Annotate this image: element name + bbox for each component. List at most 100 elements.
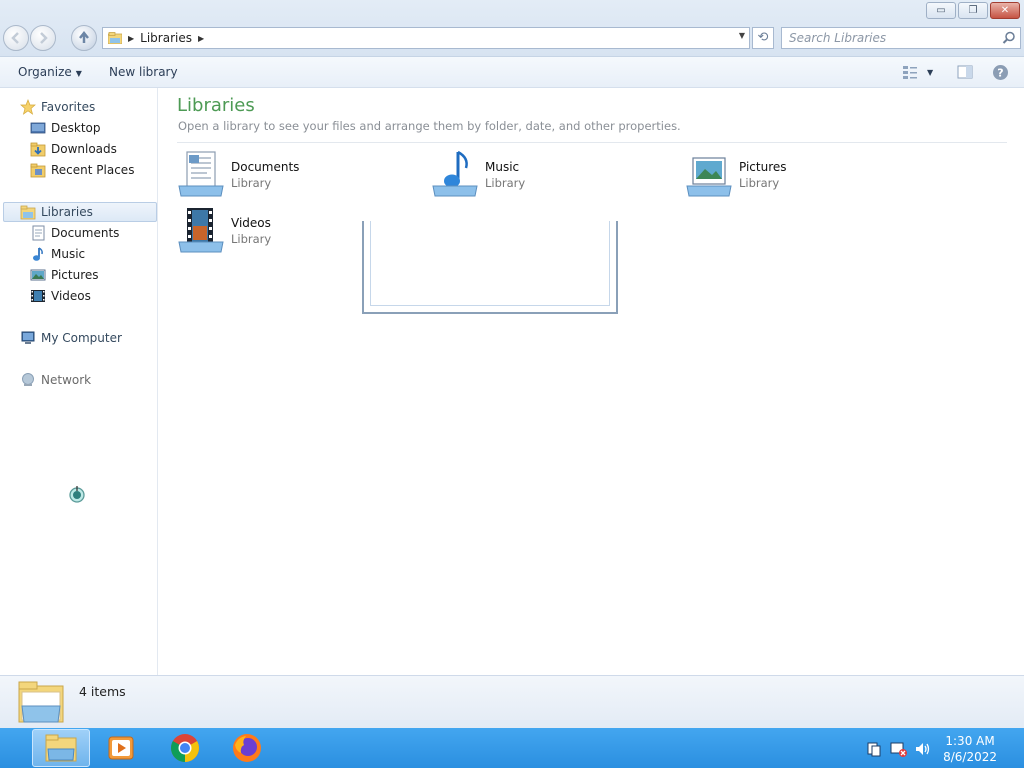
library-documents-name: Documents (231, 160, 300, 174)
nav-desktop[interactable]: Desktop (30, 118, 101, 138)
nav-network[interactable]: Network (20, 370, 91, 390)
organize-label: Organize (18, 65, 72, 79)
library-documents-type: Library (231, 176, 272, 190)
taskbar: 1:30 AM 8/6/2022 (0, 728, 1024, 768)
nav-documents-label: Documents (51, 226, 120, 240)
media-player-icon (108, 736, 134, 760)
search-icon (1002, 31, 1015, 44)
firefox-icon (233, 734, 261, 762)
nav-my-computer[interactable]: My Computer (20, 328, 122, 348)
item-count: 4 items (79, 684, 126, 699)
nav-desktop-label: Desktop (51, 121, 101, 135)
nav-downloads[interactable]: Downloads (30, 139, 117, 159)
pictures-library-icon (686, 157, 732, 197)
chevron-down-icon: ▼ (75, 69, 82, 78)
title-bar: ▭ ❐ ✕ ▶ Libraries ▶ ▼ ⟲ (0, 0, 1024, 57)
forward-button[interactable] (30, 25, 56, 51)
library-documents[interactable]: Documents Library (177, 150, 417, 202)
nav-music[interactable]: Music (30, 244, 85, 264)
nav-videos[interactable]: Videos (30, 286, 91, 306)
new-library-label: New library (109, 65, 178, 79)
clock-date: 8/6/2022 (943, 750, 997, 764)
library-music-name: Music (485, 160, 520, 174)
music-library-icon (432, 150, 478, 197)
breadcrumb-libraries[interactable]: Libraries (140, 31, 192, 45)
up-button[interactable] (71, 25, 97, 51)
view-options-chevron-icon[interactable]: ▼ (927, 68, 933, 77)
taskbar-file-explorer[interactable] (32, 729, 90, 767)
nav-favorites-label: Favorites (41, 100, 96, 114)
documents-icon (32, 225, 45, 241)
content-area: Libraries Open a library to see your fil… (159, 88, 1024, 675)
drag-preview-frame (362, 221, 618, 314)
up-arrow-icon (79, 30, 89, 43)
videos-icon (31, 290, 45, 302)
taskbar-chrome[interactable] (156, 729, 214, 767)
taskbar-firefox[interactable] (218, 729, 276, 767)
library-pictures[interactable]: Pictures Library (685, 150, 925, 202)
search-input[interactable] (789, 28, 989, 48)
nav-favorites[interactable]: Favorites (20, 97, 95, 117)
new-library-button[interactable]: New library (109, 65, 178, 79)
organize-button[interactable]: Organize ▼ (18, 65, 82, 79)
clock-time: 1:30 AM (945, 734, 995, 748)
pictures-icon (30, 269, 46, 281)
volume-icon[interactable] (914, 741, 932, 757)
details-pane: 4 items (0, 675, 1024, 728)
library-videos-type: Library (231, 232, 272, 246)
page-subtitle: Open a library to see your files and arr… (178, 119, 681, 133)
nav-libraries-label: Libraries (41, 205, 93, 219)
help-icon[interactable]: ? (992, 64, 1009, 81)
search-box[interactable] (781, 27, 1021, 49)
preview-pane-icon[interactable] (957, 64, 973, 80)
nav-network-label: Network (41, 373, 92, 387)
nav-pictures[interactable]: Pictures (30, 265, 99, 285)
minimize-icon: ▭ (936, 5, 946, 16)
action-center-icon[interactable] (866, 741, 882, 757)
network-disconnected-icon[interactable] (890, 741, 908, 757)
documents-library-icon (178, 151, 224, 197)
command-bar: Organize ▼ New library ▼ ? (0, 57, 1024, 88)
back-arrow-icon (11, 32, 19, 44)
library-music[interactable]: Music Library (431, 150, 671, 202)
star-icon (20, 99, 36, 115)
nav-my-computer-label: My Computer (41, 331, 122, 345)
computer-icon (21, 331, 35, 344)
address-bar[interactable]: ▶ Libraries ▶ ▼ (102, 27, 750, 49)
music-icon (33, 247, 43, 261)
nav-documents[interactable]: Documents (30, 223, 119, 243)
minimize-button[interactable]: ▭ (926, 2, 956, 19)
refresh-icon: ⟲ (757, 30, 769, 45)
refresh-button[interactable]: ⟲ (752, 27, 774, 49)
change-view-icon[interactable] (902, 64, 918, 80)
file-explorer-icon (45, 734, 77, 762)
svg-text:?: ? (997, 67, 1003, 80)
library-music-type: Library (485, 176, 526, 190)
libraries-icon (108, 32, 122, 44)
page-title: Libraries (177, 95, 255, 116)
breadcrumb-separator-icon: ▶ (128, 33, 135, 43)
nav-libraries[interactable]: Libraries (3, 202, 157, 222)
recent-places-icon (30, 163, 46, 178)
maximize-button[interactable]: ❐ (958, 2, 988, 19)
nav-recent-places[interactable]: Recent Places (30, 160, 134, 180)
library-pictures-type: Library (739, 176, 780, 190)
close-icon: ✕ (1000, 5, 1010, 16)
network-icon (22, 373, 34, 386)
taskbar-media-player[interactable] (92, 729, 150, 767)
address-dropdown-icon[interactable]: ▼ (739, 31, 745, 40)
back-button[interactable] (3, 25, 29, 51)
window-controls: ▭ ❐ ✕ (924, 2, 1020, 19)
nav-music-label: Music (51, 247, 86, 261)
library-pictures-name: Pictures (739, 160, 787, 174)
nav-pictures-label: Pictures (51, 268, 99, 282)
busy-cursor-icon (69, 486, 85, 503)
nav-downloads-label: Downloads (51, 142, 117, 156)
breadcrumb-chevron-icon[interactable]: ▶ (198, 34, 204, 43)
library-videos-name: Videos (231, 216, 271, 230)
navigation-pane: Favorites Desktop Downloads Recent Place… (0, 88, 158, 675)
system-clock[interactable]: 1:30 AM 8/6/2022 (943, 733, 997, 765)
libraries-folder-icon (18, 681, 64, 723)
title-divider (177, 142, 1007, 143)
close-button[interactable]: ✕ (990, 2, 1020, 19)
